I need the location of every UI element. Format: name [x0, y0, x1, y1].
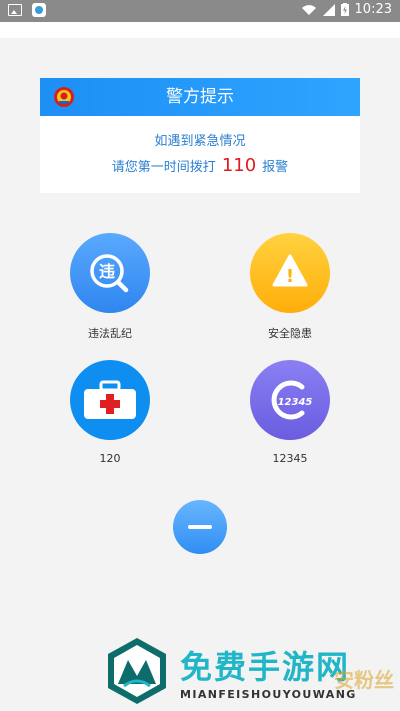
app-notification-icon — [32, 3, 46, 17]
tile-hotline-12345[interactable]: 12345 12345 — [235, 360, 345, 465]
tile-safety-hazard[interactable]: ! 安全隐患 — [235, 233, 345, 341]
notice-line-1: 如遇到紧急情况 — [154, 134, 246, 149]
tile-label-safety: 安全隐患 — [268, 327, 312, 340]
gallery-notification-icon — [8, 4, 22, 16]
notice-line-2: 请您第一时间拨打 110 报警 — [40, 155, 360, 176]
police-notice-card: 警方提示 如遇到紧急情况 请您第一时间拨打 110 报警 — [40, 78, 360, 193]
status-time: 10:23 — [354, 2, 392, 17]
watermark: 免费手游网 MIANFEISHOUYOUWANG 安粉丝 — [100, 636, 400, 711]
tile-label-12345: 12345 — [272, 452, 308, 465]
notice-header: 警方提示 — [40, 78, 360, 116]
notice-line-2-prefix: 请您第一时间拨打 — [111, 160, 216, 175]
signal-icon — [322, 3, 335, 16]
minus-icon — [188, 525, 212, 529]
hotline-icon-text: 12345 — [278, 397, 313, 408]
watermark-corner-text: 安粉丝 — [334, 668, 394, 692]
watermark-logo — [108, 638, 166, 704]
violation-icon: 违 — [70, 233, 150, 313]
watermark-subtitle: MIANFEISHOUYOUWANG — [180, 688, 357, 701]
wifi-icon — [301, 4, 316, 15]
notice-title: 警方提示 — [166, 87, 234, 107]
first-aid-kit-icon — [70, 360, 150, 440]
tile-violation[interactable]: 违 违法乱纪 — [55, 233, 165, 341]
warning-icon: ! — [250, 233, 330, 313]
notice-line-2-suffix: 报警 — [262, 160, 289, 175]
watermark-title: 免费手游网 — [180, 648, 351, 686]
status-bar: 10:23 — [0, 0, 400, 22]
tile-label-120: 120 — [99, 452, 121, 465]
tile-ambulance-120[interactable]: 120 — [55, 360, 165, 465]
emergency-number[interactable]: 110 — [222, 155, 256, 176]
warning-icon-glyph: ! — [286, 266, 294, 287]
violation-icon-glyph: 违 — [99, 262, 115, 281]
app-top-strip — [0, 22, 400, 38]
hotline-12345-icon: 12345 — [250, 360, 330, 440]
police-badge-icon — [54, 87, 74, 107]
battery-icon — [340, 3, 349, 16]
tile-label-violation: 违法乱纪 — [88, 327, 132, 340]
collapse-button[interactable] — [173, 500, 227, 554]
